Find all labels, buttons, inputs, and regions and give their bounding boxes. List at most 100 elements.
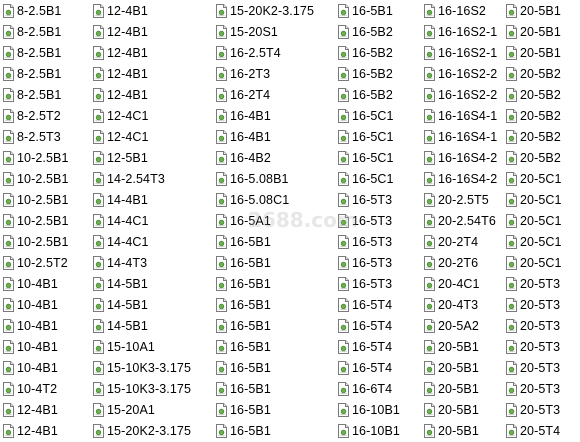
file-item[interactable]: 20-5B1 xyxy=(421,357,479,378)
file-item[interactable]: 10-2.5B1 xyxy=(0,189,69,210)
file-item[interactable]: 20-5T4 xyxy=(503,420,560,441)
file-item[interactable]: 16-2.5T4 xyxy=(213,42,281,63)
file-item[interactable]: 16-5B1 xyxy=(213,420,271,441)
file-item[interactable]: 10-2.5B1 xyxy=(0,231,69,252)
file-item[interactable]: 20-5C1 xyxy=(503,210,562,231)
file-item[interactable]: 10-2.5T2 xyxy=(0,252,68,273)
file-item[interactable]: 16-5.08B1 xyxy=(213,168,289,189)
file-item[interactable]: 12-4B1 xyxy=(90,42,148,63)
file-item[interactable]: 16-5B2 xyxy=(335,42,393,63)
file-item[interactable]: 16-5B1 xyxy=(213,336,271,357)
file-item[interactable]: 20-2.5T5 xyxy=(421,189,489,210)
file-item[interactable]: 16-5B1 xyxy=(213,399,271,420)
file-item[interactable]: 8-2.5B1 xyxy=(0,42,61,63)
file-item[interactable]: 20-5T3 xyxy=(503,294,560,315)
file-item[interactable]: 10-4T2 xyxy=(0,378,57,399)
file-item[interactable]: 12-4B1 xyxy=(0,420,58,441)
file-item[interactable]: 16-5.08C1 xyxy=(213,189,289,210)
file-item[interactable]: 16-2T4 xyxy=(213,84,270,105)
file-item[interactable]: 16-16S4-1 xyxy=(421,105,497,126)
file-item[interactable]: 20-5B1 xyxy=(421,399,479,420)
file-item[interactable]: 10-4B1 xyxy=(0,357,58,378)
file-item[interactable]: 16-5B2 xyxy=(335,63,393,84)
file-item[interactable]: 16-4B2 xyxy=(213,147,271,168)
file-item[interactable]: 12-4B1 xyxy=(0,399,58,420)
file-item[interactable]: 10-4B1 xyxy=(0,273,58,294)
file-item[interactable]: 10-2.5B1 xyxy=(0,210,69,231)
file-item[interactable]: 20-4C1 xyxy=(421,273,480,294)
file-item[interactable]: 15-10K3-3.175 xyxy=(90,378,191,399)
file-item[interactable]: 16-5T4 xyxy=(335,336,392,357)
file-item[interactable]: 16-16S2-1 xyxy=(421,21,497,42)
file-item[interactable]: 20-5A2 xyxy=(421,315,479,336)
file-item[interactable]: 20-5C1 xyxy=(503,168,562,189)
file-item[interactable]: 10-4B1 xyxy=(0,336,58,357)
file-item[interactable]: 20-5T3 xyxy=(503,399,560,420)
file-item[interactable]: 16-5B1 xyxy=(335,0,393,21)
file-item[interactable]: 15-10K3-3.175 xyxy=(90,357,191,378)
file-item[interactable]: 16-5T3 xyxy=(335,210,392,231)
file-item[interactable]: 16-16S4-2 xyxy=(421,147,497,168)
file-item[interactable]: 20-5B2 xyxy=(503,63,561,84)
file-item[interactable]: 16-5B1 xyxy=(213,315,271,336)
file-item[interactable]: 16-5B2 xyxy=(335,84,393,105)
file-item[interactable]: 16-5T3 xyxy=(335,231,392,252)
file-item[interactable]: 20-5B1 xyxy=(503,21,561,42)
file-item[interactable]: 15-20A1 xyxy=(90,399,155,420)
file-item[interactable]: 16-16S2-1 xyxy=(421,42,497,63)
file-item[interactable]: 16-5B1 xyxy=(213,252,271,273)
file-item[interactable]: 20-5B1 xyxy=(421,420,479,441)
file-item[interactable]: 15-20K2-3.175 xyxy=(90,420,191,441)
file-item[interactable]: 12-4C1 xyxy=(90,126,149,147)
file-item[interactable]: 20-5B2 xyxy=(503,147,561,168)
file-item[interactable]: 20-5C1 xyxy=(503,231,562,252)
file-item[interactable]: 16-10B1 xyxy=(335,420,400,441)
file-item[interactable]: 16-5B1 xyxy=(213,273,271,294)
file-item[interactable]: 14-4B1 xyxy=(90,189,148,210)
file-item[interactable]: 20-4T3 xyxy=(421,294,478,315)
file-item[interactable]: 16-6T4 xyxy=(335,378,392,399)
file-item[interactable]: 16-16S2-2 xyxy=(421,84,497,105)
file-item[interactable]: 16-16S2 xyxy=(421,0,486,21)
file-item[interactable]: 20-5B2 xyxy=(503,126,561,147)
file-item[interactable]: 14-5B1 xyxy=(90,294,148,315)
file-item[interactable]: 8-2.5T2 xyxy=(0,105,61,126)
file-item[interactable]: 16-5A1 xyxy=(213,210,271,231)
file-item[interactable]: 16-5T4 xyxy=(335,294,392,315)
file-item[interactable]: 8-2.5B1 xyxy=(0,63,61,84)
file-item[interactable]: 16-5T3 xyxy=(335,273,392,294)
file-item[interactable]: 12-5B1 xyxy=(90,147,148,168)
file-item[interactable]: 14-4T3 xyxy=(90,252,147,273)
file-item[interactable]: 16-5C1 xyxy=(335,105,394,126)
file-item[interactable]: 20-5T3 xyxy=(503,357,560,378)
file-item[interactable]: 16-5C1 xyxy=(335,126,394,147)
file-item[interactable]: 20-5B1 xyxy=(503,0,561,21)
file-item[interactable]: 20-5C1 xyxy=(503,252,562,273)
file-item[interactable]: 15-20S1 xyxy=(213,21,278,42)
file-item[interactable]: 10-2.5B1 xyxy=(0,168,69,189)
file-item[interactable]: 10-4B1 xyxy=(0,294,58,315)
file-item[interactable]: 20-5B2 xyxy=(503,105,561,126)
file-item[interactable]: 10-4B1 xyxy=(0,315,58,336)
file-item[interactable]: 20-5C1 xyxy=(503,189,562,210)
file-item[interactable]: 12-4B1 xyxy=(90,84,148,105)
file-item[interactable]: 8-2.5B1 xyxy=(0,21,61,42)
file-item[interactable]: 20-2T6 xyxy=(421,252,478,273)
file-item[interactable]: 16-5T4 xyxy=(335,315,392,336)
file-item[interactable]: 16-4B1 xyxy=(213,105,271,126)
file-item[interactable]: 12-4B1 xyxy=(90,21,148,42)
file-item[interactable]: 16-5B1 xyxy=(213,378,271,399)
file-item[interactable]: 16-10B1 xyxy=(335,399,400,420)
file-item[interactable]: 20-5B1 xyxy=(503,42,561,63)
file-item[interactable]: 20-5B1 xyxy=(421,378,479,399)
file-item[interactable]: 8-2.5B1 xyxy=(0,84,61,105)
file-item[interactable]: 16-5B1 xyxy=(213,231,271,252)
file-item[interactable]: 15-10A1 xyxy=(90,336,155,357)
file-item[interactable]: 16-16S2-2 xyxy=(421,63,497,84)
file-item[interactable]: 20-5T3 xyxy=(503,273,560,294)
file-item[interactable]: 16-16S4-1 xyxy=(421,126,497,147)
file-item[interactable]: 16-5C1 xyxy=(335,147,394,168)
file-item[interactable]: 14-5B1 xyxy=(90,273,148,294)
file-item[interactable]: 14-4C1 xyxy=(90,231,149,252)
file-item[interactable]: 20-5T3 xyxy=(503,336,560,357)
